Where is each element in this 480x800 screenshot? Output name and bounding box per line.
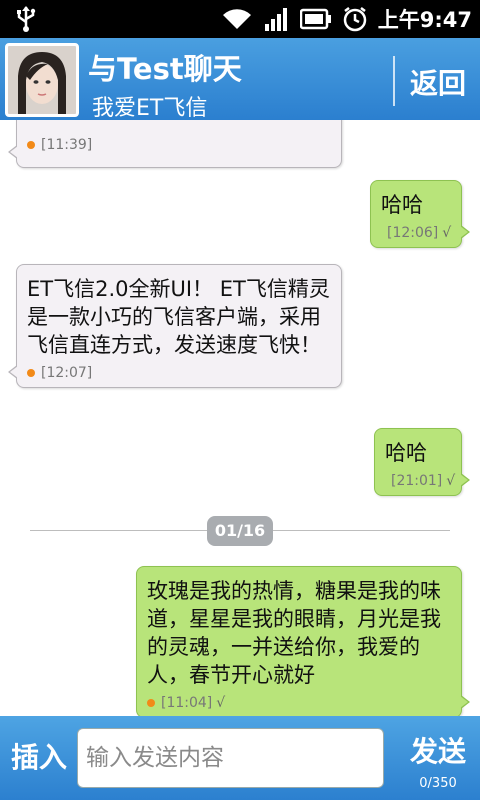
message-bubble-outgoing[interactable]: 玫瑰是我的热情，糖果是我的味道，星星是我的眼睛，月光是我的灵魂，一并送给你，我爱… [136,566,470,716]
char-counter: 0/350 [419,776,457,791]
message-meta: [12:07] [27,365,331,381]
chat-subtitle: 我爱ET飞信 [92,96,208,121]
status-dot-icon [27,369,35,377]
message-time: [12:06] [387,225,439,241]
sent-check-icon: √ [446,473,456,489]
message-text: 哈哈 [385,441,427,465]
bubble-tail [460,473,470,487]
bubble-tail [460,225,470,239]
message-meta: [21:01] √ [385,473,455,489]
send-button[interactable]: 发送 [396,730,480,770]
back-button[interactable]: 返回 [396,62,480,102]
insert-button[interactable]: 插入 [4,736,74,776]
message-text: 玫瑰是我的热情，糖果是我的味道，星星是我的眼睛，月光是我的灵魂，一并送给你，我爱… [147,579,441,687]
bubble-tail [460,695,470,709]
message-time: [12:07] [41,365,93,381]
message-text: 哈哈 [381,193,423,217]
avatar-image [8,46,76,114]
usb-icon [17,6,36,32]
message-list[interactable]: [11:39] 哈哈 [12:06] √ ET飞信2.0全新UI！ ET飞信精灵… [0,120,480,716]
compose-bar: 插入 发送 0/350 [0,716,480,800]
battery-icon [299,8,331,30]
message-time: [11:39] [41,137,93,153]
status-dot-icon [27,141,35,149]
message-bubble-outgoing[interactable]: 哈哈 [12:06] √ [370,180,470,248]
message-meta: [12:06] √ [381,225,451,241]
message-bubble-incoming[interactable]: [11:39] [8,120,342,168]
bubble-tail [8,145,18,159]
message-meta: [11:04] √ [147,695,451,711]
message-bubble-incoming[interactable]: ET飞信2.0全新UI！ ET飞信精灵是一款小巧的飞信客户端，采用飞信直连方式，… [8,264,342,388]
date-separator: 01/16 [207,516,273,546]
status-bar: 上午9:47 [0,0,480,38]
header-divider [393,56,395,106]
bubble-tail [8,365,18,379]
message-meta: [11:39] [27,137,331,153]
message-time: [21:01] [391,473,443,489]
sent-check-icon: √ [442,225,452,241]
message-time: [11:04] [161,695,213,711]
alarm-icon [343,7,367,32]
chat-title: 与Test聊天 [88,52,242,86]
status-dot-icon [147,699,155,707]
sent-check-icon: √ [216,695,226,711]
wifi-icon [222,9,251,29]
message-text: ET飞信2.0全新UI！ ET飞信精灵是一款小巧的飞信客户端，采用飞信直连方式，… [27,277,330,357]
chat-header: 与Test聊天 我爱ET飞信 返回 [0,38,480,121]
avatar[interactable] [5,43,79,117]
status-time: 上午9:47 [377,8,472,32]
message-input[interactable] [77,728,384,788]
message-bubble-outgoing[interactable]: 哈哈 [21:01] √ [374,428,470,496]
signal-icon [264,8,287,31]
message-text [27,120,331,131]
